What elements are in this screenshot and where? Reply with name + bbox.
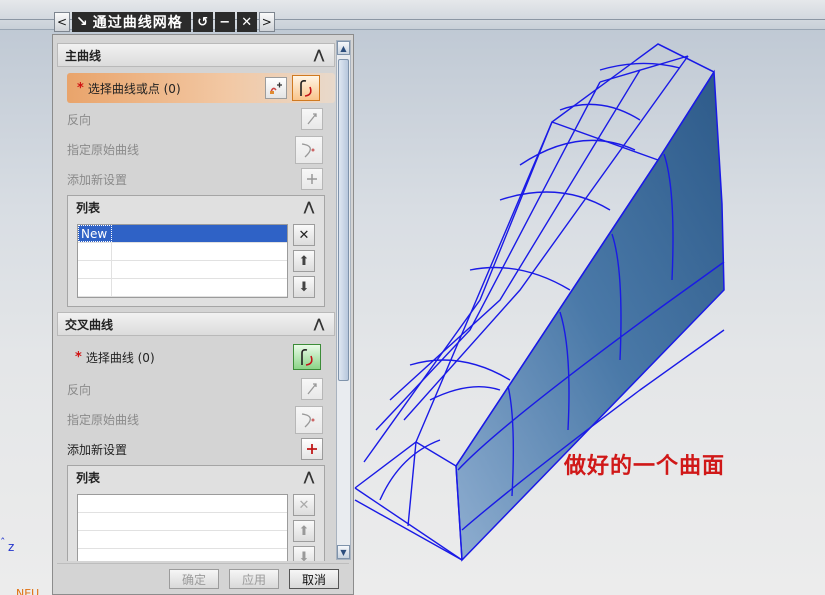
cross-reverse-row: 反向 (57, 375, 335, 403)
section-cross-title: 交叉曲线 (65, 317, 114, 332)
section-primary-title: 主曲线 (65, 48, 102, 63)
cross-origin-label: 指定原始曲线 (67, 412, 140, 427)
viewport-annotation: 做好的一个曲面 (564, 453, 726, 479)
cross-list-header[interactable]: 列表 ⋀ (68, 466, 324, 488)
list-item (78, 513, 287, 531)
curve-select-icon[interactable] (293, 344, 321, 370)
cross-add-label: 添加新设置 (67, 442, 128, 457)
back-icon[interactable]: < (54, 12, 70, 32)
cross-list-title: 列表 (76, 470, 101, 485)
apply-button[interactable]: 应用 (229, 569, 279, 589)
list-item (78, 495, 287, 513)
primary-origin-row: 指定原始曲线 (57, 135, 335, 164)
scroll-up-icon[interactable]: ▲ (337, 41, 350, 55)
primary-list-group: 列表 ⋀ New ✕ ⬆ ⬇ (67, 195, 325, 307)
ok-button[interactable]: 确定 (169, 569, 219, 589)
section-cross-header[interactable]: 交叉曲线 ⋀ (57, 312, 335, 336)
move-down-icon[interactable]: ⬇ (293, 546, 315, 561)
scroll-down-icon[interactable]: ▼ (337, 545, 350, 559)
list-item (78, 279, 287, 297)
list-item-label: New (78, 225, 112, 242)
primary-list-header[interactable]: 列表 ⋀ (68, 196, 324, 218)
primary-list-table[interactable]: New (77, 224, 288, 298)
dialog-footer: 确定 应用 取消 (57, 563, 349, 593)
move-up-icon[interactable]: ⬆ (293, 250, 315, 272)
list-item[interactable]: New (78, 225, 287, 243)
dialog-title: 通过曲线网格 (92, 15, 183, 31)
required-star: * (77, 80, 84, 96)
cancel-button[interactable]: 取消 (289, 569, 339, 589)
chevron-up-icon[interactable]: ⋀ (310, 47, 328, 63)
dialog-scrollbar[interactable]: ▲ ▼ (336, 40, 351, 560)
delete-icon[interactable]: ✕ (293, 494, 315, 516)
cross-select-label: 选择曲线 (0) (85, 350, 155, 365)
curve-select-icon[interactable] (292, 75, 320, 101)
primary-add-row: 添加新设置 (57, 165, 335, 193)
dialog-titlebar: < ↘ 通过曲线网格 ↺ − ✕ > (54, 11, 296, 33)
axis-triad-icon: ˆ (0, 536, 6, 549)
curve-mesh-dialog: 主曲线 ⋀ * 选择曲线或点 (0) 反向 指定原始曲线 添加新设置 列表 ⋀ … (52, 34, 354, 595)
cross-add-row: 添加新设置 (57, 435, 335, 463)
collapse-icon[interactable]: − (214, 12, 235, 32)
scroll-thumb[interactable] (338, 59, 349, 381)
origin-curve-icon[interactable] (295, 136, 323, 164)
origin-curve-icon[interactable] (295, 406, 323, 434)
primary-add-label: 添加新设置 (67, 172, 128, 187)
primary-reverse-label: 反向 (67, 112, 92, 127)
cross-origin-row: 指定原始曲线 (57, 405, 335, 434)
chevron-up-icon[interactable]: ⋀ (310, 316, 328, 332)
axis-label: z (8, 540, 15, 554)
close-icon[interactable]: ✕ (236, 12, 257, 32)
dialog-type-icon: ↘ (76, 14, 89, 30)
primary-reverse-row: 反向 (57, 105, 335, 133)
corner-text: NEU (16, 587, 40, 595)
section-primary-header[interactable]: 主曲线 ⋀ (57, 43, 335, 67)
move-up-icon[interactable]: ⬆ (293, 520, 315, 542)
list-item (78, 261, 287, 279)
list-item (78, 243, 287, 261)
point-constructor-icon[interactable] (265, 77, 287, 99)
add-set-icon[interactable] (301, 438, 323, 460)
primary-list-title: 列表 (76, 200, 101, 215)
cross-list-table[interactable] (77, 494, 288, 561)
primary-select-row[interactable]: * 选择曲线或点 (0) (67, 73, 335, 103)
chevron-up-icon[interactable]: ⋀ (300, 199, 318, 215)
chevron-up-icon[interactable]: ⋀ (300, 469, 318, 485)
delete-icon[interactable]: ✕ (293, 224, 315, 246)
cross-select-row[interactable]: * 选择曲线 (0) (57, 343, 335, 371)
reset-icon[interactable]: ↺ (192, 12, 213, 32)
dialog-title-block: ↘ 通过曲线网格 (72, 12, 191, 32)
list-item (78, 531, 287, 549)
reverse-icon[interactable] (301, 108, 323, 130)
add-set-icon[interactable] (301, 168, 323, 190)
cross-reverse-label: 反向 (67, 382, 92, 397)
reverse-icon[interactable] (301, 378, 323, 400)
forward-icon[interactable]: > (258, 12, 275, 32)
list-item (78, 549, 287, 561)
primary-select-label: 选择曲线或点 (0) (87, 81, 181, 96)
move-down-icon[interactable]: ⬇ (293, 276, 315, 298)
primary-origin-label: 指定原始曲线 (67, 142, 140, 157)
wireframe (354, 43, 725, 561)
dialog-scroll-area: 主曲线 ⋀ * 选择曲线或点 (0) 反向 指定原始曲线 添加新设置 列表 ⋀ … (57, 39, 335, 561)
required-star: * (75, 349, 82, 365)
cross-list-group: 列表 ⋀ ✕ ⬆ ⬇ (67, 465, 325, 561)
